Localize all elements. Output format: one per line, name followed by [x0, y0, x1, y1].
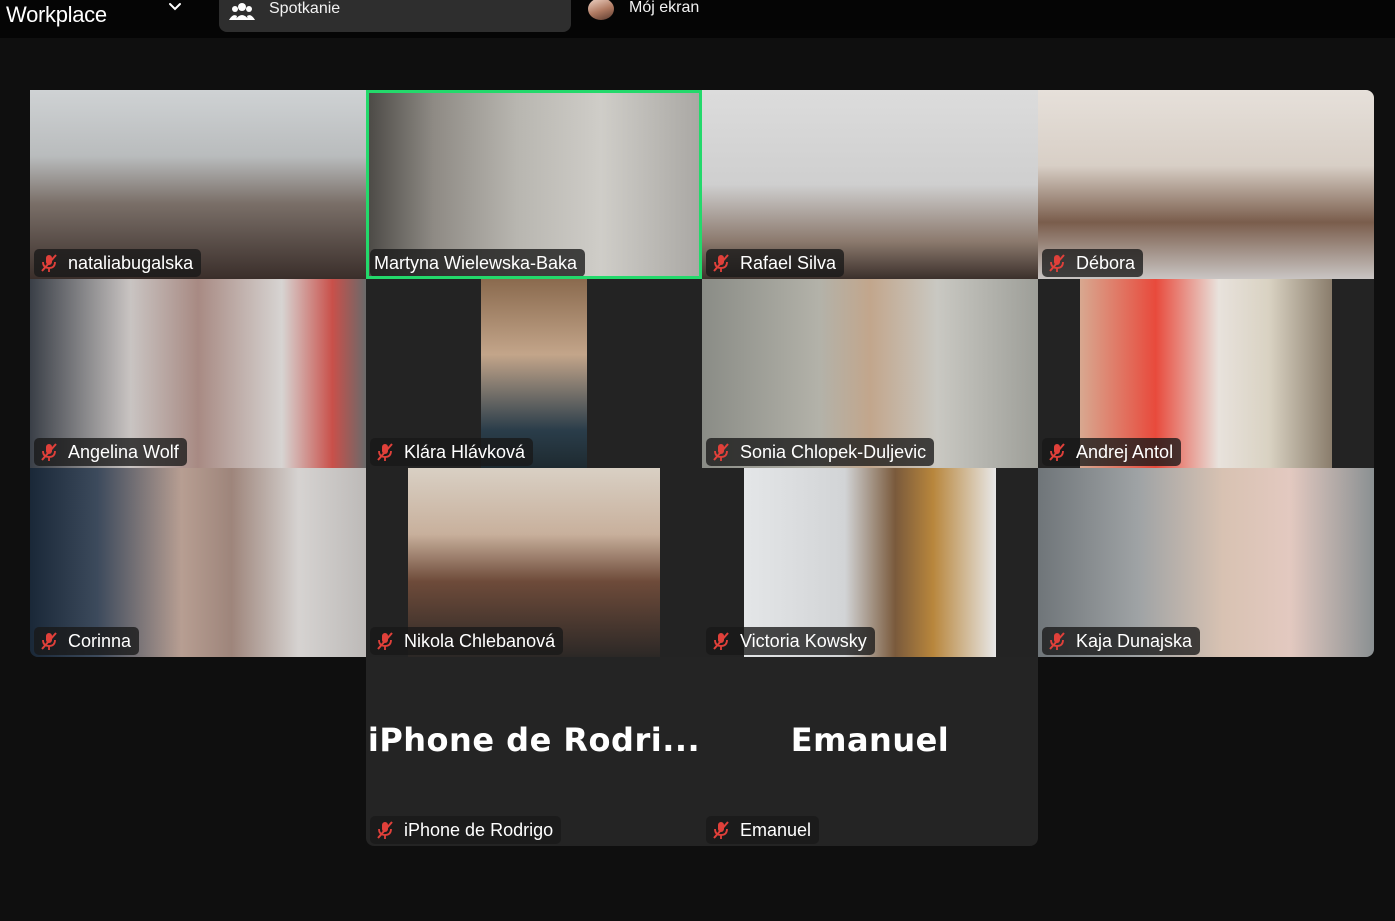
- microphone-muted-icon: [713, 821, 729, 839]
- microphone-muted-icon: [377, 821, 393, 839]
- name-label: Victoria Kowsky: [706, 627, 875, 655]
- video-tile[interactable]: Victoria Kowsky: [702, 468, 1038, 657]
- tab-meeting[interactable]: Spotkanie: [219, 0, 571, 32]
- top-bar: Workplace Spotkanie Mój ekran: [0, 0, 1395, 38]
- name-label: Sonia Chlopek-Duljevic: [706, 438, 935, 466]
- video-tile[interactable]: Corinna: [30, 468, 366, 657]
- video-tile[interactable]: Andrej Antol: [1038, 279, 1374, 468]
- participant-name: Débora: [1076, 252, 1136, 273]
- video-tile[interactable]: Sonia Chlopek-Duljevic: [702, 279, 1038, 468]
- participant-name: Rafael Silva: [740, 252, 837, 273]
- participant-name: Andrej Antol: [1076, 441, 1174, 462]
- name-label: Andrej Antol: [1042, 438, 1182, 466]
- video-tile[interactable]: Nikola Chlebanová: [366, 468, 702, 657]
- participant-name: nataliabugalska: [68, 252, 194, 273]
- participant-name: Martyna Wielewska-Baka: [374, 252, 578, 273]
- microphone-muted-icon: [1049, 254, 1065, 272]
- microphone-muted-icon: [377, 443, 393, 461]
- participants-icon: [229, 3, 255, 20]
- name-label: Nikola Chlebanová: [370, 627, 564, 655]
- video-tile-active-speaker[interactable]: Martyna Wielewska-Baka: [366, 90, 702, 279]
- audio-only-tile[interactable]: Emanuel Emanuel: [702, 657, 1038, 846]
- video-tile[interactable]: nataliabugalska: [30, 90, 366, 279]
- participant-name: Nikola Chlebanová: [404, 630, 556, 651]
- chevron-down-icon[interactable]: [166, 0, 184, 16]
- video-tile[interactable]: Kaja Dunajska: [1038, 468, 1374, 657]
- participant-name: Emanuel: [740, 819, 812, 840]
- microphone-muted-icon: [41, 254, 57, 272]
- name-label: Corinna: [34, 627, 140, 655]
- participant-name: iPhone de Rodrigo: [404, 819, 554, 840]
- microphone-muted-icon: [713, 632, 729, 650]
- name-label: Klára Hlávková: [370, 438, 534, 466]
- name-label: Emanuel: [706, 816, 820, 844]
- app-title: Workplace: [6, 2, 107, 27]
- microphone-muted-icon: [41, 443, 57, 461]
- video-tile[interactable]: Klára Hlávková: [366, 279, 702, 468]
- microphone-muted-icon: [41, 632, 57, 650]
- tab-my-screen-label: Mój ekran: [629, 0, 700, 16]
- avatar: [588, 0, 614, 20]
- participant-display-name: iPhone de Rodri...: [367, 721, 701, 759]
- participant-name: Victoria Kowsky: [740, 630, 867, 651]
- participant-name: Angelina Wolf: [68, 441, 179, 462]
- name-label: Angelina Wolf: [34, 438, 187, 466]
- microphone-muted-icon: [1049, 443, 1065, 461]
- tab-meeting-label: Spotkanie: [269, 0, 341, 17]
- name-label: iPhone de Rodrigo: [370, 816, 562, 844]
- microphone-muted-icon: [377, 632, 393, 650]
- name-label: Martyna Wielewska-Baka: [370, 249, 586, 277]
- microphone-muted-icon: [713, 254, 729, 272]
- microphone-muted-icon: [713, 443, 729, 461]
- name-label: Kaja Dunajska: [1042, 627, 1201, 655]
- name-label: Débora: [1042, 249, 1144, 277]
- name-label: nataliabugalska: [34, 249, 202, 277]
- participant-name: Klára Hlávková: [404, 441, 526, 462]
- audio-only-tile[interactable]: iPhone de Rodri... iPhone de Rodrigo: [366, 657, 702, 846]
- name-label: Rafael Silva: [706, 249, 845, 277]
- participant-name: Corinna: [68, 630, 132, 651]
- participant-name: Kaja Dunajska: [1076, 630, 1193, 651]
- video-tile[interactable]: Rafael Silva: [702, 90, 1038, 279]
- participant-name: Sonia Chlopek-Duljevic: [740, 441, 927, 462]
- video-tile[interactable]: Angelina Wolf: [30, 279, 366, 468]
- video-tile[interactable]: Débora: [1038, 90, 1374, 279]
- microphone-muted-icon: [1049, 632, 1065, 650]
- participant-display-name: Emanuel: [790, 721, 950, 759]
